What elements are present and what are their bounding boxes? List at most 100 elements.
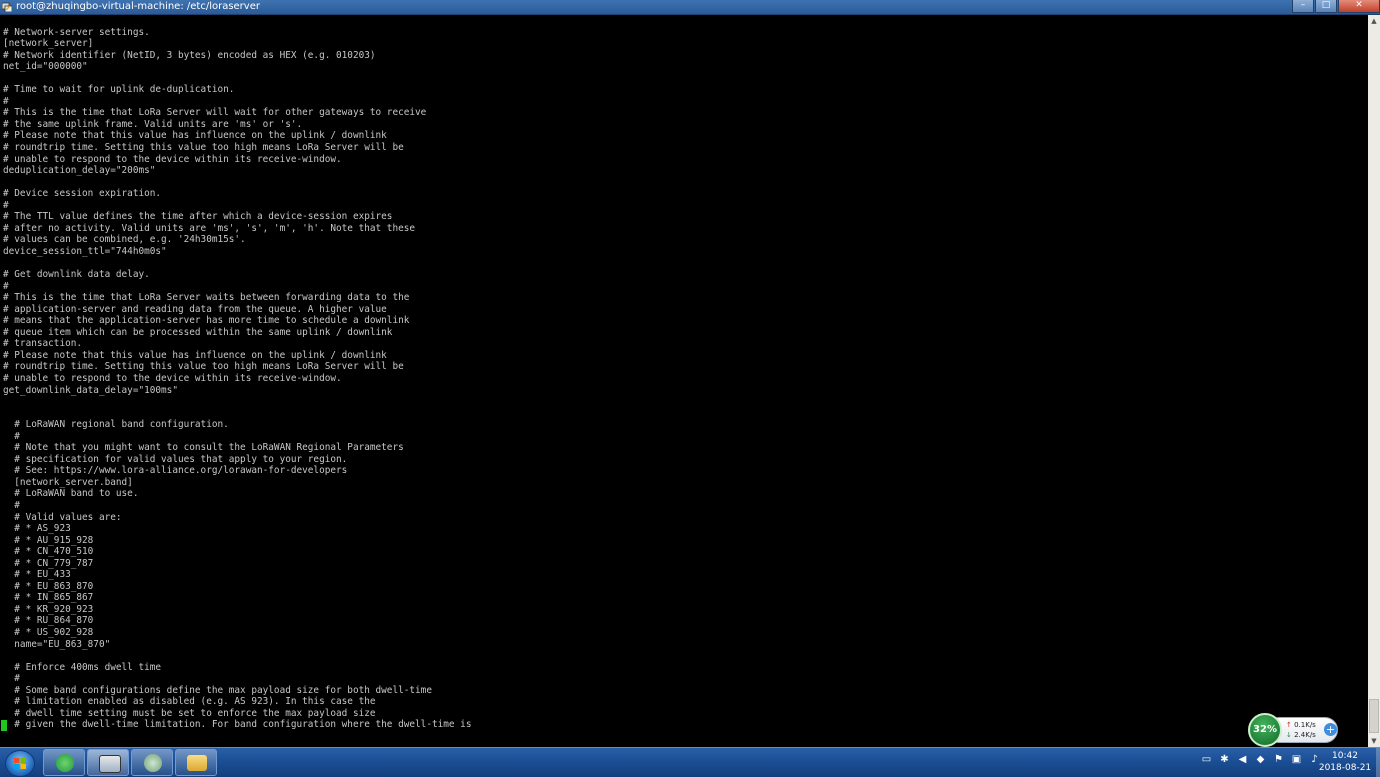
terminal-output[interactable]: # Network-server settings. [network_serve… [0,15,1368,747]
download-speed: ↓ 2.4K/s [1286,731,1316,739]
network-icon[interactable]: ▣ [1291,754,1302,765]
memory-usage-gauge[interactable]: 32% [1248,713,1282,747]
terminal-line: name="EU_863_870" [3,638,111,650]
terminal-line: # * RU_864_870 [3,615,94,627]
clock-date: 2018-08-21 [1318,763,1372,773]
terminal-lines: # Network-server settings. [network_serve… [0,15,1368,731]
taskbar-app-button[interactable] [131,749,173,776]
clock[interactable]: 10:42 2018-08-21 [1316,750,1374,774]
terminal-scrollbar[interactable]: ▲ ▼ [1368,15,1380,747]
terminal-line: # * US_902_928 [3,626,94,638]
terminal-line: # This is the time that LoRa Server will… [3,107,427,119]
terminal-line: # Some band configurations define the ma… [3,684,432,696]
terminal-line: # * AS_923 [3,523,71,535]
terminal-line: # [3,499,20,511]
keyboard-icon[interactable]: ▭ [1201,754,1212,765]
terminal-line: deduplication_delay="200ms" [3,165,156,177]
terminal-line: device_session_ttl="744h0m0s" [3,245,167,257]
scroll-down-icon[interactable]: ▼ [1368,735,1380,747]
terminal-line: # LoRaWAN band to use. [3,488,139,500]
download-speed-value: 2.4K/s [1294,731,1316,739]
maximize-button[interactable]: □ [1315,0,1337,13]
flag-icon[interactable]: ⚑ [1273,754,1284,765]
clock-time: 10:42 [1332,751,1358,761]
app-circle-icon [144,754,162,772]
terminal-line: # values can be combined, e.g. '24h30m15… [3,234,246,246]
terminal-cursor [1,720,7,731]
browser-360-icon [56,754,74,772]
terminal-line: # means that the application-server has … [3,315,410,327]
terminal-line: net_id="000000" [3,61,88,73]
terminal-line: # Enforce 400ms dwell time [3,661,162,673]
terminal-line: # [3,673,20,685]
terminal-line: # [3,280,9,292]
terminal-line: # Please note that this value has influe… [3,130,387,142]
terminal-line: # LoRaWAN regional band configuration. [3,419,229,431]
upload-speed-value: 0.1K/s [1294,721,1316,729]
security-icon[interactable]: ◆ [1255,754,1266,765]
system-tray: ▭ ✱ ◀ ◆ ⚑ ▣ ♪ [1201,754,1320,765]
terminal-line: # * KR_920_923 [3,603,94,615]
terminal-line: [network_server] [3,38,94,50]
close-button[interactable]: ✕ [1338,0,1380,13]
network-monitor-widget[interactable]: 32% ↑ 0.1K/s ↓ 2.4K/s + [1248,713,1340,747]
terminal-line: # See: https://www.lora-alliance.org/lor… [3,465,348,477]
scrollbar-thumb[interactable] [1369,699,1379,733]
terminal-line: # Time to wait for uplink de-duplication… [3,84,235,96]
putty-terminal-icon [99,755,121,773]
terminal-line: # Device session expiration. [3,188,162,200]
terminal-line: # unable to respond to the device within… [3,372,342,384]
taskbar-browser-button[interactable] [43,749,85,776]
putty-icon [2,2,12,12]
terminal-line: # * AU_915_928 [3,534,94,546]
taskbar: ▭ ✱ ◀ ◆ ⚑ ▣ ♪ 10:42 2018-08-21 [0,747,1380,777]
terminal-line: # the same uplink frame. Valid units are… [3,118,303,130]
terminal-line: # This is the time that LoRa Server wait… [3,292,410,304]
terminal-line: # The TTL value defines the time after w… [3,211,393,223]
upload-arrow-icon: ↑ [1286,721,1295,729]
terminal-line: # * CN_779_787 [3,557,94,569]
terminal-line: # * CN_470_510 [3,546,94,558]
terminal-line: get_downlink_data_delay="100ms" [3,384,178,396]
window-title: root@zhuqingbo-virtual-machine: /etc/lor… [16,1,260,12]
bluetooth-icon[interactable]: ✱ [1219,754,1230,765]
windows-logo-icon [14,758,26,769]
scroll-up-icon[interactable]: ▲ [1368,15,1380,27]
terminal-line: # roundtrip time. Setting this value too… [3,142,404,154]
terminal-line: # Please note that this value has influe… [3,349,387,361]
terminal-line: # unable to respond to the device within… [3,153,342,165]
terminal-line: # specification for valid values that ap… [3,453,348,465]
taskbar-explorer-button[interactable] [175,749,217,776]
terminal-line: # limitation enabled as disabled (e.g. A… [3,696,376,708]
terminal-line: # Get downlink data delay. [3,269,150,281]
terminal-line: # roundtrip time. Setting this value too… [3,361,404,373]
terminal-line: # [3,430,20,442]
folder-icon [187,755,207,771]
taskbar-putty-button[interactable] [87,749,129,776]
show-desktop-button[interactable] [1376,748,1380,777]
terminal-line: # Network-server settings. [3,26,150,38]
terminal-line: # [3,199,9,211]
volume-icon[interactable]: ◀ [1237,754,1248,765]
terminal-line: # queue item which can be processed with… [3,326,393,338]
download-arrow-icon: ↓ [1286,731,1295,739]
accelerate-plus-icon[interactable]: + [1324,723,1337,736]
terminal-line: # given the dwell-time limitation. For b… [3,719,472,731]
window-titlebar[interactable]: root@zhuqingbo-virtual-machine: /etc/lor… [0,0,1380,15]
minimize-button[interactable]: – [1292,0,1314,13]
terminal-line: # [3,95,9,107]
terminal-line: # Network identifier (NetID, 3 bytes) en… [3,49,376,61]
terminal-line: # Valid values are: [3,511,122,523]
terminal-line: # dwell time setting must be set to enfo… [3,707,376,719]
terminal-line: # * EU_863_870 [3,580,94,592]
terminal-line: # after no activity. Valid units are 'ms… [3,222,416,234]
upload-speed: ↑ 0.1K/s [1286,721,1316,729]
start-button[interactable] [5,750,35,777]
